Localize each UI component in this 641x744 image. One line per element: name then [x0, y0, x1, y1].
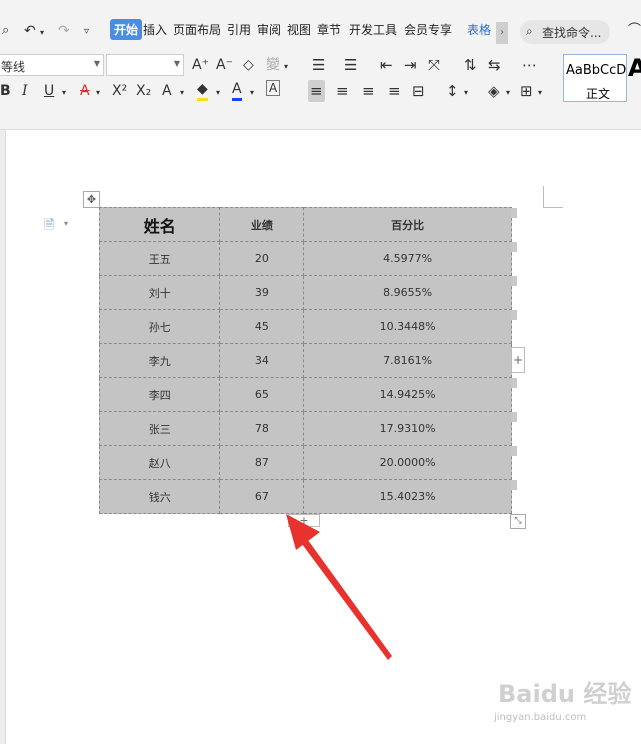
- annotation-arrow: [286, 514, 392, 660]
- watermark-url: jingyan.baidu.com: [494, 712, 587, 723]
- baidu-watermark: Baidu 经验: [498, 680, 632, 708]
- arrow-head: [286, 514, 320, 550]
- arrow-shaft: [299, 536, 392, 660]
